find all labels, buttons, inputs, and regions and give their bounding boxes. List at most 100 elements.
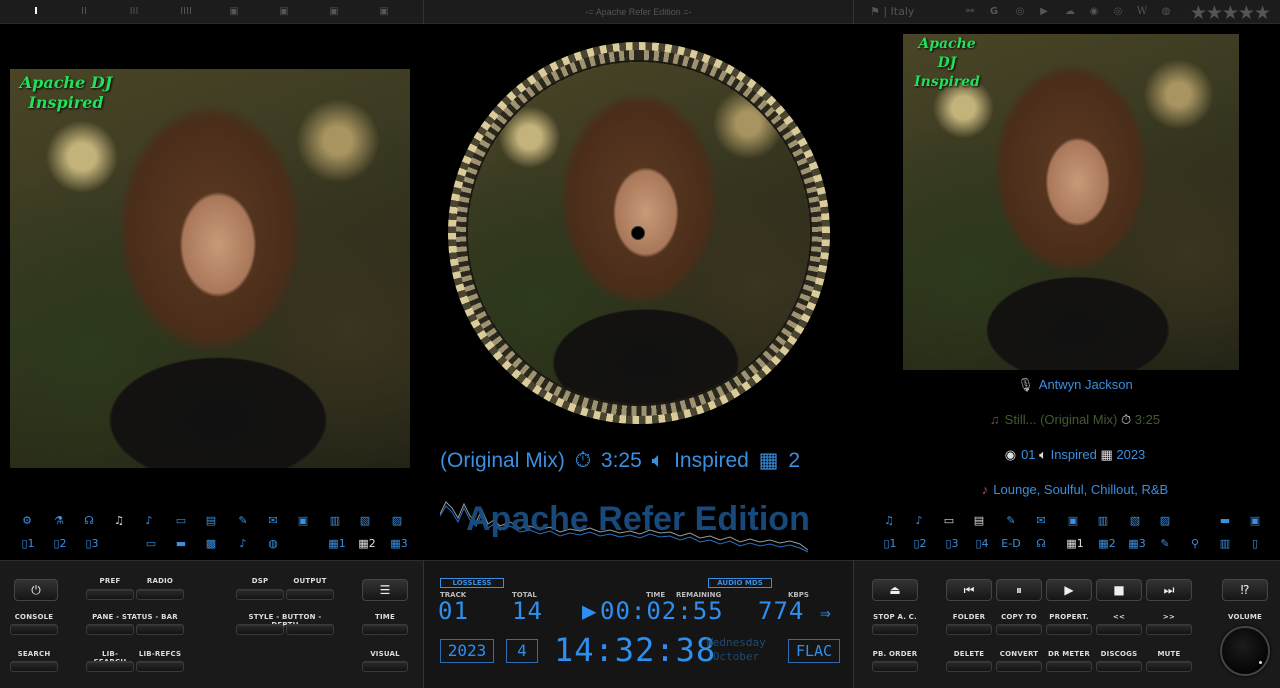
lastfm-icon[interactable]: ◎ — [1012, 6, 1028, 18]
google-icon[interactable]: G — [988, 6, 1000, 18]
stop-button[interactable]: ■ — [1096, 579, 1142, 601]
guitar-icon[interactable]: ♪ — [142, 513, 156, 529]
page-2-button[interactable]: ▯2 — [50, 536, 70, 552]
pane-button[interactable] — [86, 624, 134, 635]
music-notes-icon[interactable]: ♫ — [882, 513, 896, 529]
pb-order-button[interactable] — [872, 661, 918, 672]
layout-3-icon[interactable]: III — [128, 6, 140, 18]
page-4-button[interactable]: ▯4 — [972, 536, 992, 552]
previous-track-button[interactable]: ⏮ — [946, 579, 992, 601]
search-icon[interactable]: ⚲ — [1188, 536, 1202, 552]
lib-search-button[interactable] — [86, 661, 134, 672]
guitar-icon[interactable]: ♪ — [236, 536, 250, 552]
dr-meter-button[interactable] — [1046, 661, 1092, 672]
musicbrainz-icon[interactable]: ◎ — [1112, 6, 1124, 18]
dsp-button[interactable] — [236, 589, 284, 600]
stop-ac-button[interactable] — [872, 624, 918, 635]
radio-button[interactable] — [136, 589, 184, 600]
panel-icon[interactable]: ▤ — [204, 513, 218, 529]
delete-button[interactable] — [946, 661, 992, 672]
grid-2-button[interactable]: ▦2 — [356, 536, 378, 552]
style-button[interactable] — [236, 624, 284, 635]
folder-icon[interactable]: ▭ — [144, 536, 158, 552]
globe-icon[interactable]: ◍ — [266, 536, 280, 552]
grid-3-button[interactable]: ▦3 — [388, 536, 410, 552]
properties-button[interactable] — [1046, 624, 1092, 635]
bag-icon[interactable]: ▣ — [1248, 513, 1262, 529]
next-button[interactable] — [1146, 624, 1192, 635]
ed-button[interactable]: E-D — [1000, 536, 1022, 552]
mute-button[interactable] — [1146, 661, 1192, 672]
guitar-icon[interactable]: ♪ — [912, 513, 926, 529]
panel-icon[interactable]: ▤ — [972, 513, 986, 529]
depth-button[interactable] — [286, 624, 334, 635]
title-line[interactable]: ♫ Still... (Original Mix) ⏱ 3:25 — [870, 412, 1280, 428]
page-2-button[interactable]: ▯2 — [910, 536, 930, 552]
mail-icon[interactable]: ✉ — [266, 513, 280, 529]
edit-doc-icon[interactable]: ✎ — [1004, 513, 1018, 529]
clapper-icon[interactable]: ▬ — [1218, 513, 1232, 529]
output-button[interactable] — [286, 589, 334, 600]
page-1-button[interactable]: ▯1 — [880, 536, 900, 552]
genre-line[interactable]: ♪ Lounge, Soulful, Chillout, R&B — [870, 482, 1280, 497]
play-button[interactable]: ▶ — [1046, 579, 1092, 601]
spotify-icon[interactable]: ◉ — [1088, 6, 1100, 18]
layout-7-icon[interactable]: ▣ — [328, 6, 340, 18]
convert-button[interactable] — [996, 661, 1042, 672]
console-button[interactable] — [10, 624, 58, 635]
search-button[interactable] — [10, 661, 58, 672]
laptop-icon[interactable]: ▬ — [174, 536, 188, 552]
picture-icon[interactable]: ▨ — [1158, 513, 1172, 529]
pause-button[interactable]: ⏸ — [996, 579, 1042, 601]
visual-button[interactable] — [362, 661, 408, 672]
grid-2-button[interactable]: ▦2 — [1096, 536, 1118, 552]
box-icon[interactable]: ▣ — [296, 513, 310, 529]
document-icon[interactable]: ▭ — [942, 513, 956, 529]
music-notes-icon[interactable]: ♫ — [112, 513, 126, 529]
basket-icon[interactable]: ▥ — [328, 513, 342, 529]
grid-1-button[interactable]: ▦1 — [326, 536, 348, 552]
image-icon[interactable]: ▧ — [1128, 513, 1142, 529]
soundcloud-icon[interactable]: ☁ — [1064, 6, 1076, 18]
artist-line[interactable]: 🎙︎ Antwyn Jackson — [870, 377, 1280, 393]
copy-to-button[interactable] — [996, 624, 1042, 635]
layout-1-icon[interactable]: I — [30, 6, 42, 18]
wand-icon[interactable]: ⚗ — [52, 513, 66, 529]
next-track-button[interactable]: ⏭ — [1146, 579, 1192, 601]
headphones-icon[interactable]: ☊ — [82, 513, 96, 529]
layout-2-icon[interactable]: II — [78, 6, 90, 18]
volume-knob[interactable] — [1220, 626, 1270, 676]
pin-icon[interactable]: ✎ — [1158, 536, 1172, 552]
image-icon[interactable]: ▧ — [358, 513, 372, 529]
basket-icon[interactable]: ▥ — [1096, 513, 1110, 529]
podcast-icon[interactable]: ◍ — [1160, 6, 1172, 18]
eject-button[interactable]: ⏏ — [872, 579, 918, 601]
headphones-icon[interactable]: ☊ — [1034, 536, 1048, 552]
document-icon[interactable]: ▭ — [174, 513, 188, 529]
track-album-line[interactable]: ◉ 01 🔈︎ Inspired ▦ 2023 — [870, 447, 1280, 463]
edit-doc-icon[interactable]: ✎ — [236, 513, 250, 529]
folder-button[interactable] — [946, 624, 992, 635]
repeat-arrows-icon[interactable]: ⇒ — [820, 603, 832, 624]
page-1-button[interactable]: ▯1 — [18, 536, 38, 552]
pref-button[interactable] — [86, 589, 134, 600]
menu-button[interactable]: ☰ — [362, 579, 408, 601]
time-button[interactable] — [362, 624, 408, 635]
grid-3-button[interactable]: ▦3 — [1126, 536, 1148, 552]
grid-1-button[interactable]: ▦1 — [1064, 536, 1086, 552]
layout-6-icon[interactable]: ▣ — [278, 6, 290, 18]
discogs-button[interactable] — [1096, 661, 1142, 672]
link-icon[interactable]: ⚯ — [964, 6, 976, 18]
youtube-icon[interactable]: ▶ — [1038, 6, 1050, 18]
picture-icon[interactable]: ▨ — [390, 513, 404, 529]
layout-4-icon[interactable]: IIII — [178, 6, 194, 18]
status-bar-button[interactable] — [136, 624, 184, 635]
prev-button[interactable] — [1096, 624, 1142, 635]
info-doc-icon[interactable]: ▯ — [1248, 536, 1262, 552]
rating-stars[interactable]: ★★★★★ — [1190, 2, 1271, 24]
box-icon[interactable]: ▣ — [1066, 513, 1080, 529]
mail-icon[interactable]: ✉ — [1034, 513, 1048, 529]
radio-icon[interactable]: ▩ — [204, 536, 218, 552]
layout-8-icon[interactable]: ▣ — [378, 6, 390, 18]
layout-5-icon[interactable]: ▣ — [228, 6, 240, 18]
